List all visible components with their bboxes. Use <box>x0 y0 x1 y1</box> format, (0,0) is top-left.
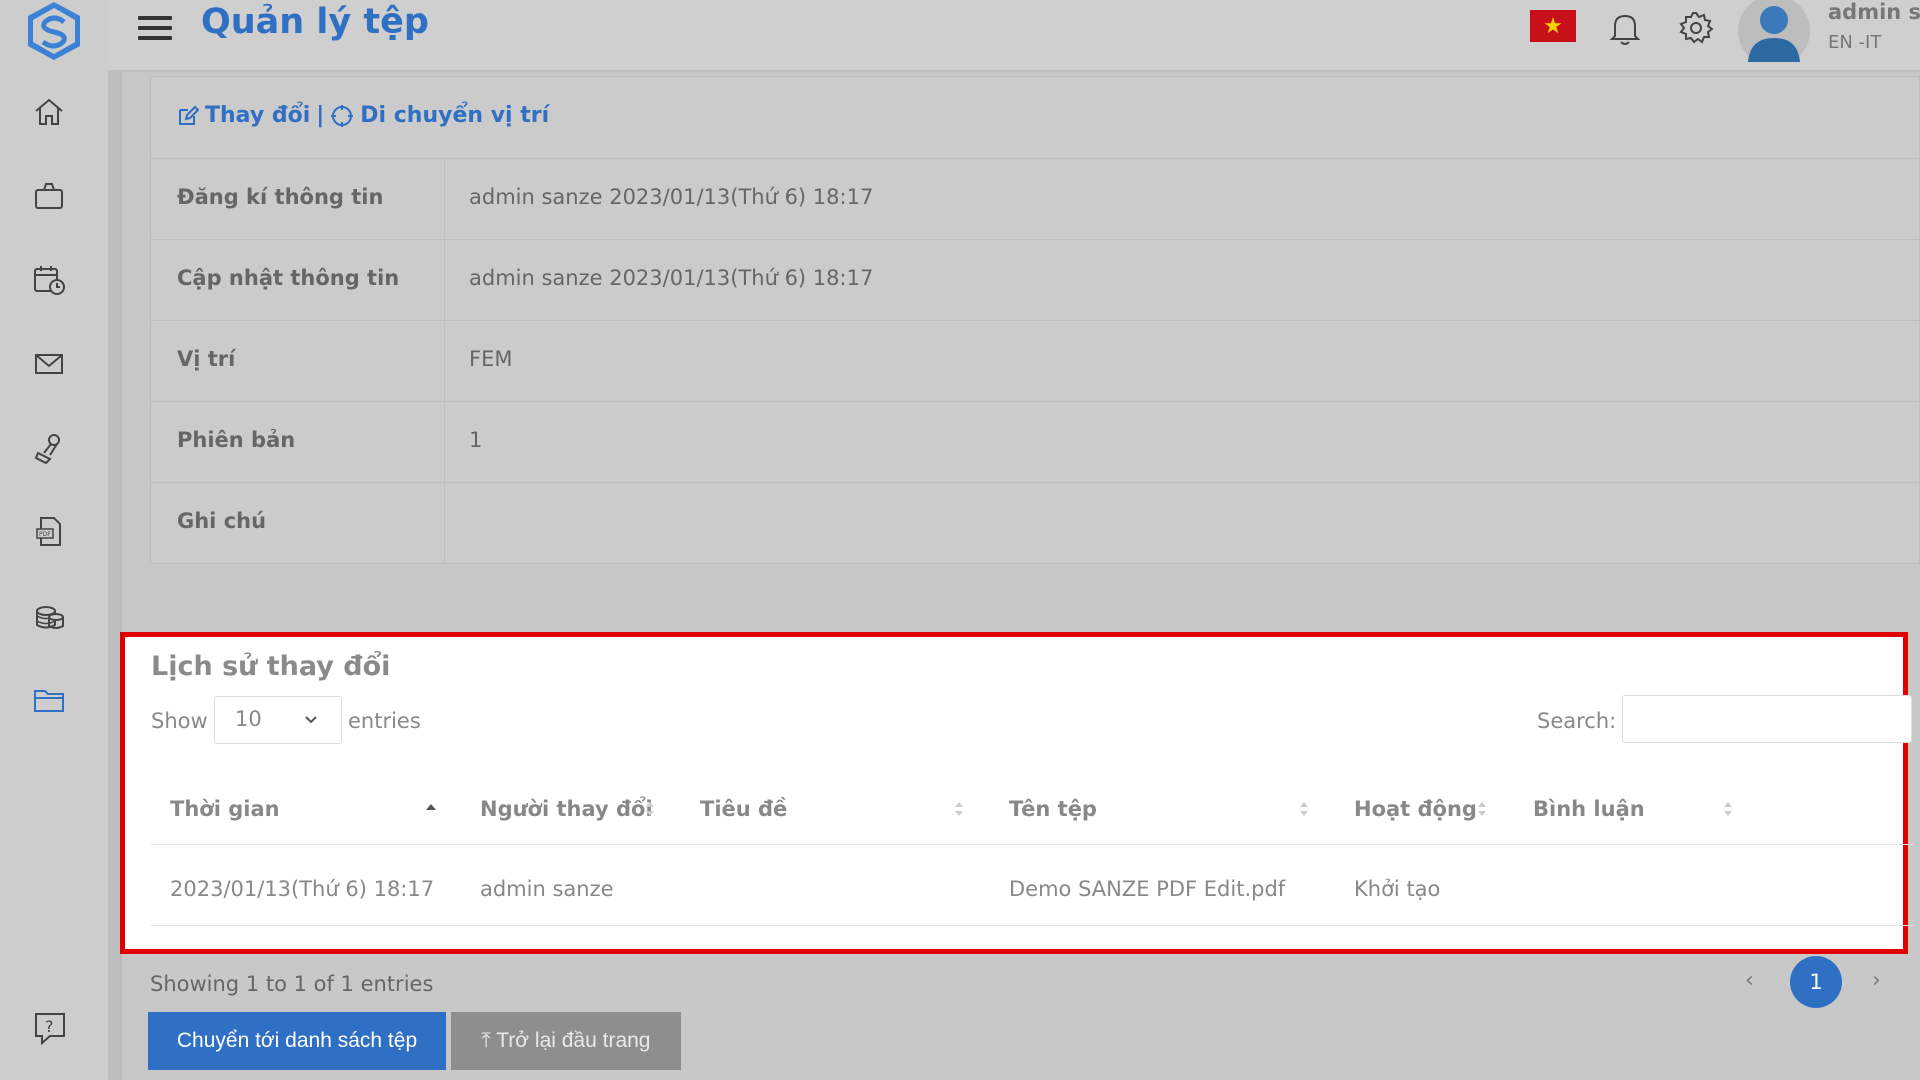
info-actions: Thay đổi | Di chuyển vị trí <box>177 103 549 128</box>
move-location-link[interactable]: Di chuyển vị trí <box>330 103 549 128</box>
table-row-divider <box>151 925 1913 926</box>
column-header-comment[interactable]: Bình luận <box>1533 797 1645 821</box>
change-history-section: Lịch sử thay đổi Show 10 entries Search:… <box>120 632 1913 954</box>
table-info: Showing 1 to 1 of 1 entries <box>150 972 434 996</box>
crosshair-icon <box>331 104 354 127</box>
info-value: FEM <box>469 347 513 371</box>
user-name[interactable]: admin sanze <box>1828 0 1920 24</box>
help-icon[interactable]: ? <box>30 1008 70 1048</box>
avatar[interactable] <box>1738 0 1810 62</box>
briefcase-icon[interactable] <box>30 177 68 215</box>
stamp-icon[interactable] <box>30 429 68 467</box>
edit-icon <box>179 105 199 125</box>
info-row-updated: Cập nhật thông tin admin sanze 2023/01/1… <box>151 239 1920 321</box>
language-label[interactable]: EN -IT <box>1828 32 1881 53</box>
table-header-divider <box>151 844 1913 845</box>
info-value: 1 <box>469 428 483 452</box>
info-row-version: Phiên bản 1 <box>151 401 1920 483</box>
sort-icon[interactable] <box>1722 800 1734 818</box>
top-header: Quản lý tệp ★ admin sanze EN -IT <box>108 0 1920 72</box>
back-to-top-button[interactable]: ⤒ Trở lại đầu trang <box>451 1012 681 1070</box>
cell-time: 2023/01/13(Thứ 6) 18:17 <box>170 877 435 901</box>
info-label: Cập nhật thông tin <box>177 266 400 290</box>
info-value: admin sanze 2023/01/13(Thứ 6) 18:17 <box>469 185 874 209</box>
go-to-file-list-button[interactable]: Chuyển tới danh sách tệp <box>148 1012 446 1070</box>
gear-icon[interactable] <box>1676 8 1716 48</box>
column-header-changed-by[interactable]: Người thay đổi <box>480 797 653 821</box>
column-header-file-name[interactable]: Tên tệp <box>1009 797 1097 821</box>
pagination-next[interactable]: › <box>1872 968 1881 993</box>
cell-activity: Khởi tạo <box>1354 877 1441 901</box>
folder-icon[interactable] <box>30 681 68 719</box>
edit-link[interactable]: Thay đổi <box>177 103 310 128</box>
vietnam-flag-icon[interactable]: ★ <box>1530 10 1576 42</box>
sort-icon[interactable] <box>953 800 965 818</box>
move-location-label: Di chuyển vị trí <box>360 103 550 128</box>
file-info-panel: Thay đổi | Di chuyển vị trí Đăng kí thôn… <box>150 76 1920 564</box>
column-header-activity[interactable]: Hoạt động <box>1354 797 1477 821</box>
show-label: Show <box>151 709 208 733</box>
page-length-select[interactable]: 10 <box>214 696 342 744</box>
info-row-note: Ghi chú <box>151 482 1920 564</box>
search-label: Search: <box>1537 709 1617 733</box>
cell-file-name: Demo SANZE PDF Edit.pdf <box>1009 877 1286 901</box>
pagination-previous[interactable]: ‹ <box>1745 968 1754 993</box>
info-label: Ghi chú <box>177 509 267 533</box>
info-row-registered: Đăng kí thông tin admin sanze 2023/01/13… <box>151 158 1920 240</box>
info-label: Phiên bản <box>177 428 296 452</box>
info-label: Vị trí <box>177 347 236 371</box>
edit-link-label: Thay đổi <box>205 103 311 128</box>
sidebar: PDF ? <box>0 0 108 1080</box>
home-icon[interactable] <box>30 93 68 131</box>
svg-text:PDF: PDF <box>39 531 51 538</box>
history-title: Lịch sử thay đổi <box>151 651 391 682</box>
flag-star: ★ <box>1543 13 1563 39</box>
column-header-title[interactable]: Tiêu đề <box>700 797 787 821</box>
sort-icon[interactable] <box>1298 800 1310 818</box>
column-header-time[interactable]: Thời gian <box>170 797 280 821</box>
info-value: admin sanze 2023/01/13(Thứ 6) 18:17 <box>469 266 874 290</box>
bell-icon[interactable] <box>1605 8 1645 48</box>
page-title: Quản lý tệp <box>201 2 429 42</box>
svg-text:?: ? <box>45 1017 54 1036</box>
search-input[interactable] <box>1622 695 1912 743</box>
cell-changed-by: admin sanze <box>480 877 614 901</box>
chevron-down-icon <box>305 716 317 724</box>
sort-asc-icon[interactable] <box>425 800 437 818</box>
action-separator: | <box>316 103 325 128</box>
sort-icon[interactable] <box>1476 800 1488 818</box>
info-row-location: Vị trí FEM <box>151 320 1920 402</box>
info-label: Đăng kí thông tin <box>177 185 384 209</box>
coins-icon[interactable] <box>30 597 68 635</box>
app-logo[interactable] <box>24 0 84 62</box>
pdf-file-icon[interactable]: PDF <box>30 513 68 551</box>
calendar-clock-icon[interactable] <box>30 261 68 299</box>
sort-icon[interactable] <box>644 800 656 818</box>
entries-label: entries <box>348 709 421 733</box>
mail-icon[interactable] <box>30 345 68 383</box>
hamburger-menu-icon[interactable] <box>138 16 172 44</box>
pagination-page-1[interactable]: 1 <box>1790 956 1842 1008</box>
page-length-value: 10 <box>235 707 262 731</box>
